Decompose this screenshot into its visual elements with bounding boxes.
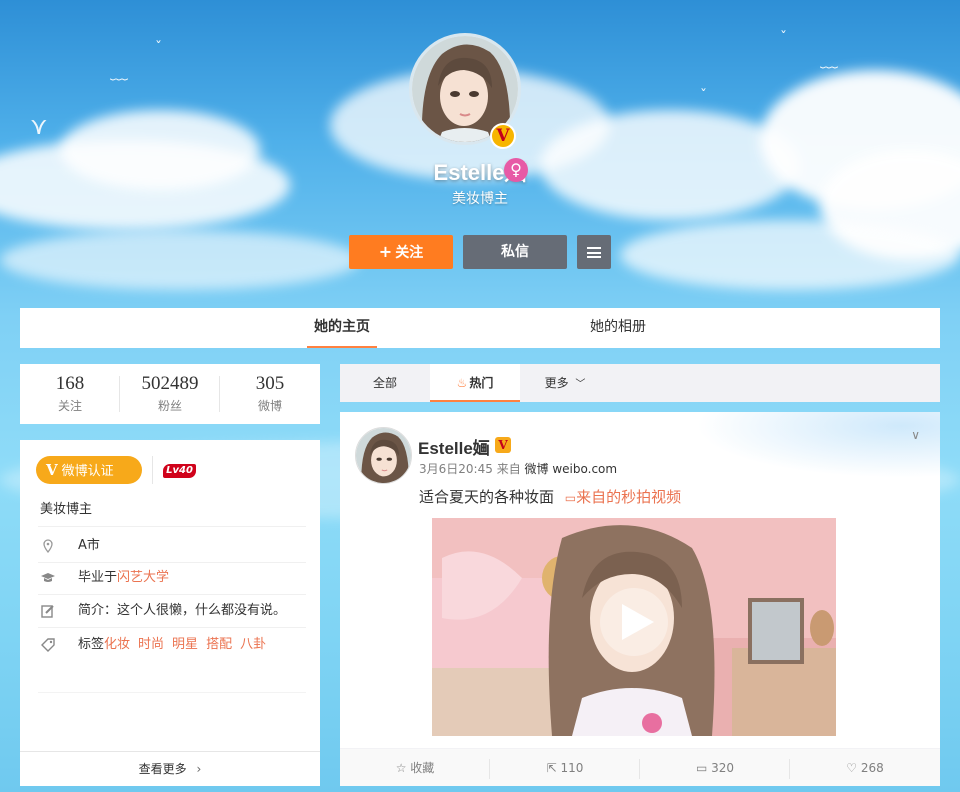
post-card-decoration [680, 412, 940, 482]
video-icon: ▭ [564, 491, 577, 505]
comment-count: 320 [711, 761, 735, 775]
star-icon: ☆ [395, 761, 407, 775]
video-source-link-text: 来自的秒拍视频 [576, 488, 682, 506]
chevron-down-icon[interactable]: ∨ [911, 428, 920, 442]
verified-badge-icon: V [490, 123, 516, 149]
like-icon: ♡ [846, 761, 858, 775]
edit-note-icon [38, 594, 58, 632]
stat-followers[interactable]: 502489 粉丝 [120, 364, 220, 424]
post-source-prefix: 来自 [496, 462, 521, 476]
message-button[interactable]: 私信 [463, 235, 567, 269]
filter-tab-hot-label: 热门 [469, 376, 494, 390]
bio-text: 简介：这个人很懒，什么都没有说。 [78, 603, 287, 618]
verified-v-icon: V [46, 461, 58, 479]
divider [38, 692, 306, 693]
view-more-label: 查看更多 [138, 762, 187, 776]
info-bio: 简介：这个人很懒，什么都没有说。 [38, 594, 306, 628]
avatar-illustration [356, 428, 411, 483]
post-text: 适合夏天的各种妆面 ▭来自的秒拍视频 [419, 486, 681, 507]
fire-icon: ♨ [456, 376, 468, 390]
filter-tab-more-label: 更多 [544, 376, 569, 390]
post-meta: 3月6日20:45 来自 微博 weibo.com [419, 460, 617, 477]
follow-button-label: 关注 [395, 245, 424, 261]
post-author-name[interactable]: Estelle婳 [418, 434, 490, 459]
share-count: 110 [560, 761, 584, 775]
stat-posts-value: 305 [255, 373, 285, 394]
share-icon: ⇱ [546, 761, 557, 775]
tab-home[interactable]: 她的主页 [307, 308, 377, 348]
stat-followers-label: 粉丝 [157, 399, 182, 413]
filter-tab-hot[interactable]: ♨ 热门 [430, 364, 520, 402]
post-action-bar: ☆ 收藏 ⇱ 110 ▭ 320 ♡ 268 [340, 748, 940, 786]
graduation-cap-icon [38, 561, 58, 598]
tag-icon [38, 628, 58, 666]
post-text-content: 适合夏天的各种妆面 [419, 488, 555, 506]
share-button[interactable]: ⇱ 110 [490, 749, 640, 786]
favorite-label: 收藏 [410, 761, 435, 775]
female-gender-icon: ♀ [504, 158, 528, 182]
like-count: 268 [860, 761, 884, 775]
info-description: 美妆博主 [38, 493, 306, 527]
location-text: A市 [78, 538, 100, 553]
tag-link[interactable]: 搭配 [206, 637, 232, 652]
info-education: 毕业于闪艺大学 [38, 561, 306, 595]
tag-link[interactable]: 八卦 [240, 637, 266, 652]
stat-posts-label: 微博 [257, 399, 282, 413]
plus-icon: + [378, 242, 393, 261]
post-card: Estelle婳 V 3月6日20:45 来自 微博 weibo.com ∨ 适… [340, 412, 940, 786]
tag-link[interactable]: 明星 [172, 637, 198, 652]
weibo-verify-badge[interactable]: V 微博认证 [36, 456, 142, 484]
profile-subtitle: 美妆博主 [452, 191, 508, 207]
tags-prefix: 标签 [78, 637, 105, 652]
message-button-label: 私信 [501, 244, 529, 260]
menu-icon [587, 247, 601, 258]
info-location: A市 [38, 529, 306, 563]
comment-icon: ▭ [695, 761, 708, 775]
stat-posts[interactable]: 305 微博 [220, 364, 320, 424]
profile-info-card: V 微博认证 Lv40 美妆博主 A市 毕业于闪艺大学 简介：这个人很懒，什么都没… [20, 440, 320, 786]
education-prefix: 毕业于 [78, 570, 118, 585]
stat-following[interactable]: 168 关注 [20, 364, 120, 424]
level-badge[interactable]: Lv40 [163, 464, 196, 478]
education-school-link[interactable]: 闪艺大学 [117, 570, 169, 585]
more-menu-button[interactable] [577, 235, 611, 269]
post-time[interactable]: 3月6日20:45 [419, 462, 493, 476]
filter-tab-all[interactable]: 全部 [340, 364, 430, 402]
chevron-down-icon: ﹀ [575, 379, 586, 390]
tag-link[interactable]: 时尚 [138, 637, 164, 652]
follow-button[interactable]: + 关注 [349, 235, 453, 269]
view-more-button[interactable]: 查看更多 › [20, 751, 320, 786]
verify-label: 微博认证 [61, 464, 114, 479]
profile-tabs: 她的主页 她的相册 [20, 308, 940, 348]
comment-button[interactable]: ▭ 320 [640, 749, 790, 786]
stat-following-value: 168 [55, 373, 85, 394]
profile-username: Estelle婳 [0, 155, 960, 187]
verified-v-icon: V [495, 437, 511, 453]
stats-card: 168 关注 502489 粉丝 305 微博 [20, 364, 320, 424]
stat-followers-value: 502489 [141, 373, 199, 394]
video-source-link[interactable]: ▭来自的秒拍视频 [565, 488, 681, 506]
like-button[interactable]: ♡ 268 [790, 749, 940, 786]
tag-link[interactable]: 化妆 [104, 637, 130, 652]
tab-album[interactable]: 她的相册 [583, 308, 653, 348]
filter-tab-more[interactable]: 更多 ﹀ [520, 364, 610, 402]
divider [152, 456, 153, 484]
post-video-thumbnail[interactable] [432, 518, 836, 736]
favorite-button[interactable]: ☆ 收藏 [340, 749, 490, 786]
description-text: 美妆博主 [40, 502, 93, 517]
post-source: 微博 weibo.com [524, 462, 618, 476]
feed-filter-bar: 全部 ♨ 热门 更多 ﹀ [340, 364, 940, 402]
chevron-right-icon: › [196, 762, 202, 776]
video-thumbnail-illustration [432, 518, 836, 736]
info-tags: 标签化妆 时尚 明星 搭配 八卦 [38, 628, 306, 662]
post-author-avatar[interactable] [355, 427, 412, 484]
stat-following-label: 关注 [57, 399, 82, 413]
